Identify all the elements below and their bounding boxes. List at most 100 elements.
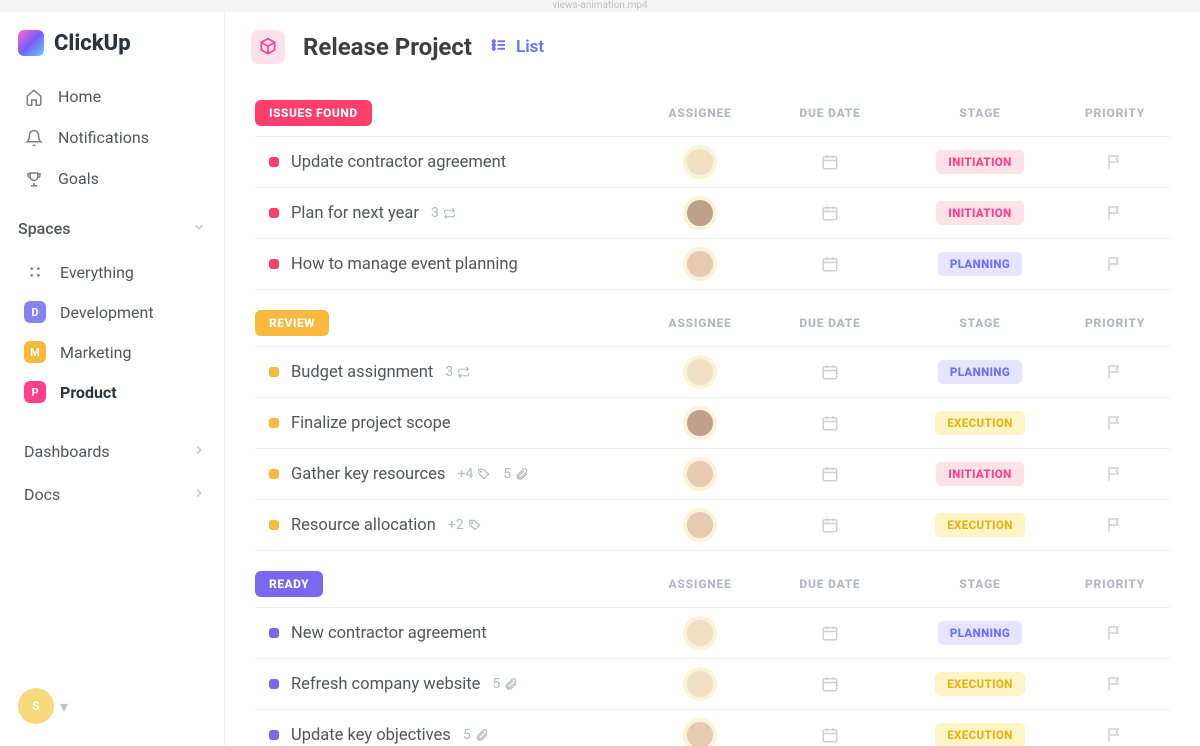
brand[interactable]: ClickUp bbox=[18, 30, 212, 56]
due-date-icon[interactable] bbox=[760, 624, 900, 642]
assignee-avatar[interactable] bbox=[685, 249, 715, 279]
task-list-content: ISSUES FOUNDASSIGNEEDUE DATESTAGEPRIORIT… bbox=[225, 80, 1200, 746]
stage-badge[interactable]: EXECUTION bbox=[935, 411, 1025, 435]
priority-flag-icon[interactable] bbox=[1060, 675, 1170, 693]
status-dot-icon bbox=[269, 208, 279, 218]
attachment-count[interactable]: 5 bbox=[463, 727, 489, 743]
stage-badge[interactable]: EXECUTION bbox=[935, 672, 1025, 696]
attachment-count[interactable]: 5 bbox=[503, 466, 529, 482]
assignee-avatar[interactable] bbox=[685, 720, 715, 746]
priority-flag-icon[interactable] bbox=[1060, 363, 1170, 381]
task-title: Plan for next year bbox=[291, 204, 419, 223]
stage-badge[interactable]: PLANNING bbox=[938, 360, 1022, 384]
task-row[interactable]: Update key objectives5 EXECUTION bbox=[255, 709, 1170, 746]
due-date-icon[interactable] bbox=[760, 363, 900, 381]
brand-name: ClickUp bbox=[54, 31, 131, 56]
sidebar-item-development[interactable]: DDevelopment bbox=[18, 292, 212, 332]
nav-goals[interactable]: Goals bbox=[18, 160, 212, 197]
task-title-cell: New contractor agreement bbox=[255, 624, 640, 643]
column-header-assignee[interactable]: ASSIGNEE bbox=[640, 316, 760, 330]
task-row[interactable]: New contractor agreement PLANNING bbox=[255, 607, 1170, 658]
due-date-icon[interactable] bbox=[760, 204, 900, 222]
column-header-priority[interactable]: PRIORITY bbox=[1060, 106, 1170, 120]
user-avatar[interactable]: S bbox=[18, 688, 54, 724]
tag-count[interactable]: +2 bbox=[448, 517, 482, 533]
sidebar-footer[interactable]: S ▾ bbox=[18, 678, 212, 734]
stage-badge[interactable]: EXECUTION bbox=[935, 723, 1025, 746]
priority-flag-icon[interactable] bbox=[1060, 516, 1170, 534]
spaces-header[interactable]: Spaces bbox=[18, 201, 212, 248]
priority-flag-icon[interactable] bbox=[1060, 726, 1170, 744]
task-row[interactable]: Refresh company website 5 EXECUTION bbox=[255, 658, 1170, 709]
nav-dashboards[interactable]: Dashboards bbox=[18, 430, 212, 473]
nav-home[interactable]: Home bbox=[18, 78, 212, 115]
column-header-due[interactable]: DUE DATE bbox=[760, 316, 900, 330]
main: Release Project List ISSUES FOUNDASSIGNE… bbox=[225, 12, 1200, 746]
assignee-avatar[interactable] bbox=[685, 459, 715, 489]
view-switch-list[interactable]: List bbox=[490, 36, 544, 59]
stage-badge[interactable]: PLANNING bbox=[938, 252, 1022, 276]
status-label[interactable]: ISSUES FOUND bbox=[255, 100, 372, 126]
nav-notifications[interactable]: Notifications bbox=[18, 119, 212, 156]
stage-badge[interactable]: INITIATION bbox=[936, 201, 1023, 225]
sidebar-item-everything[interactable]: Everything bbox=[18, 252, 212, 292]
priority-flag-icon[interactable] bbox=[1060, 624, 1170, 642]
column-header-due[interactable]: DUE DATE bbox=[760, 577, 900, 591]
task-row[interactable]: How to manage event planningPLANNING bbox=[255, 238, 1170, 290]
status-dot-icon bbox=[269, 730, 279, 740]
task-title: Refresh company website bbox=[291, 675, 480, 694]
column-header-due[interactable]: DUE DATE bbox=[760, 106, 900, 120]
task-row[interactable]: Finalize project scopeEXECUTION bbox=[255, 397, 1170, 448]
assignee-avatar[interactable] bbox=[685, 618, 715, 648]
assignee-avatar[interactable] bbox=[685, 669, 715, 699]
column-header-stage[interactable]: STAGE bbox=[900, 577, 1060, 591]
column-header-assignee[interactable]: ASSIGNEE bbox=[640, 106, 760, 120]
priority-flag-icon[interactable] bbox=[1060, 414, 1170, 432]
due-date-icon[interactable] bbox=[760, 414, 900, 432]
status-label[interactable]: REVIEW bbox=[255, 310, 329, 336]
tag-count[interactable]: +4 bbox=[457, 466, 491, 482]
assignee-avatar[interactable] bbox=[685, 510, 715, 540]
due-date-icon[interactable] bbox=[760, 726, 900, 744]
priority-flag-icon[interactable] bbox=[1060, 153, 1170, 171]
brand-logo-icon bbox=[18, 30, 44, 56]
subtask-count[interactable]: 3 bbox=[445, 364, 470, 380]
column-header-priority[interactable]: PRIORITY bbox=[1060, 577, 1170, 591]
due-date-icon[interactable] bbox=[760, 465, 900, 483]
stage-badge[interactable]: EXECUTION bbox=[935, 513, 1025, 537]
task-row[interactable]: Resource allocation+2 EXECUTION bbox=[255, 499, 1170, 551]
assignee-avatar[interactable] bbox=[685, 147, 715, 177]
attachment-count[interactable]: 5 bbox=[492, 676, 518, 692]
stage-badge[interactable]: INITIATION bbox=[936, 462, 1023, 486]
sidebar-item-product[interactable]: PProduct bbox=[18, 372, 212, 412]
status-label[interactable]: READY bbox=[255, 571, 323, 597]
task-title-cell: Plan for next year 3 bbox=[255, 204, 640, 223]
due-date-icon[interactable] bbox=[760, 153, 900, 171]
priority-flag-icon[interactable] bbox=[1060, 465, 1170, 483]
subtask-count[interactable]: 3 bbox=[431, 205, 456, 221]
nav-docs[interactable]: Docs bbox=[18, 473, 212, 516]
priority-flag-icon[interactable] bbox=[1060, 204, 1170, 222]
assignee-avatar[interactable] bbox=[685, 198, 715, 228]
assignee-avatar[interactable] bbox=[685, 357, 715, 387]
stage-badge[interactable]: INITIATION bbox=[936, 150, 1023, 174]
due-date-icon[interactable] bbox=[760, 516, 900, 534]
task-row[interactable]: Plan for next year 3 INITIATION bbox=[255, 187, 1170, 238]
column-header-stage[interactable]: STAGE bbox=[900, 316, 1060, 330]
task-row[interactable]: Gather key resources+4 5 INITIATION bbox=[255, 448, 1170, 499]
space-label: Development bbox=[60, 303, 154, 322]
stage-badge[interactable]: PLANNING bbox=[938, 621, 1022, 645]
assignee-avatar[interactable] bbox=[685, 408, 715, 438]
task-title: Update contractor agreement bbox=[291, 153, 506, 172]
column-header-assignee[interactable]: ASSIGNEE bbox=[640, 577, 760, 591]
task-row[interactable]: Budget assignment3 PLANNING bbox=[255, 346, 1170, 397]
status-dot-icon bbox=[269, 628, 279, 638]
task-title-cell: Update contractor agreement bbox=[255, 153, 640, 172]
task-row[interactable]: Update contractor agreement INITIATION bbox=[255, 136, 1170, 187]
sidebar-item-marketing[interactable]: MMarketing bbox=[18, 332, 212, 372]
column-header-priority[interactable]: PRIORITY bbox=[1060, 316, 1170, 330]
due-date-icon[interactable] bbox=[760, 675, 900, 693]
priority-flag-icon[interactable] bbox=[1060, 255, 1170, 273]
column-header-stage[interactable]: STAGE bbox=[900, 106, 1060, 120]
due-date-icon[interactable] bbox=[760, 255, 900, 273]
